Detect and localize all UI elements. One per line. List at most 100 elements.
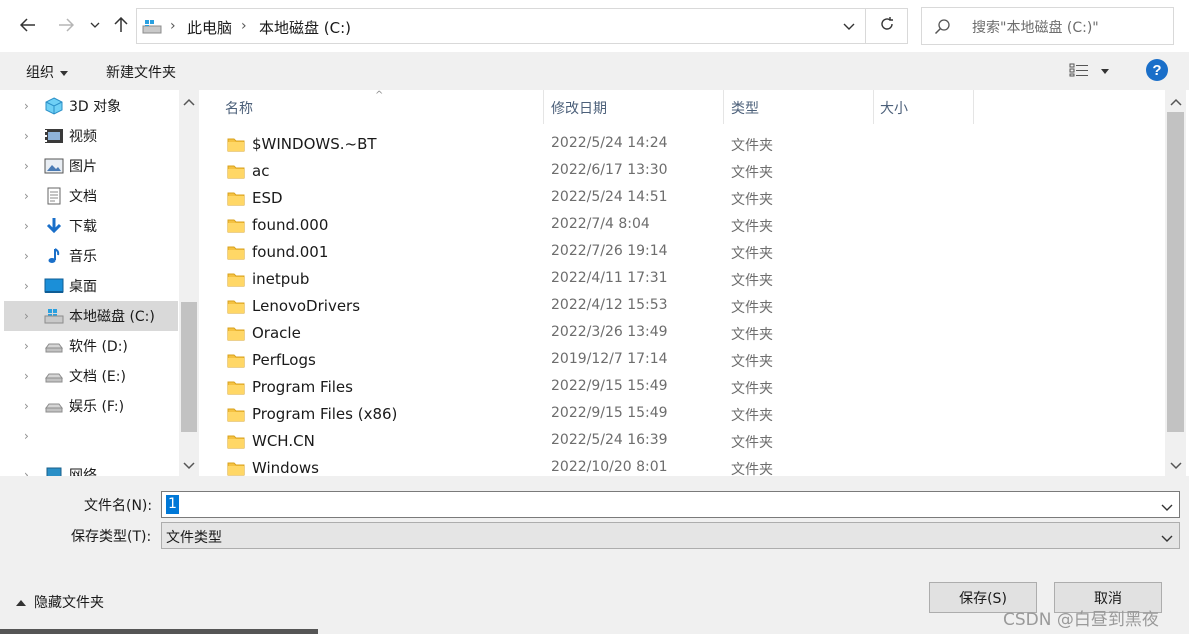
nav-item-documents[interactable]: › 文档 bbox=[4, 181, 178, 211]
filename-chevron-down-icon[interactable] bbox=[1161, 500, 1173, 516]
new-folder-button[interactable]: 新建文件夹 bbox=[106, 62, 176, 82]
expand-chevron-icon[interactable]: › bbox=[24, 339, 29, 353]
expand-chevron-icon[interactable]: › bbox=[24, 468, 29, 476]
search-input[interactable]: 搜索"本地磁盘 (C:)" bbox=[921, 7, 1174, 45]
pictures-icon bbox=[44, 157, 64, 175]
scroll-up-chevron-icon[interactable] bbox=[1170, 94, 1182, 110]
file-name: $WINDOWS.~BT bbox=[252, 135, 377, 153]
file-row[interactable]: found.000 2022/7/4 8:04 文件夹 bbox=[222, 212, 982, 239]
expand-chevron-icon[interactable]: › bbox=[24, 159, 29, 173]
file-row[interactable]: Program Files (x86) 2022/9/15 15:49 文件夹 bbox=[222, 401, 982, 428]
caret-down-icon bbox=[60, 70, 68, 76]
refresh-button[interactable] bbox=[866, 8, 908, 44]
column-header-name[interactable]: 名称 bbox=[225, 98, 253, 118]
column-divider[interactable] bbox=[973, 90, 974, 124]
view-options-caret-down-icon[interactable] bbox=[1101, 69, 1109, 74]
expand-chevron-icon[interactable]: › bbox=[24, 279, 29, 293]
filetype-chevron-down-icon[interactable] bbox=[1161, 531, 1173, 547]
file-row[interactable]: ESD 2022/5/24 14:51 文件夹 bbox=[222, 185, 982, 212]
file-name: ac bbox=[252, 162, 270, 180]
nav-item-3d-objects[interactable]: › 3D 对象 bbox=[4, 91, 178, 121]
file-type: 文件夹 bbox=[731, 327, 773, 343]
nav-item-drive-e[interactable]: › 文档 (E:) bbox=[4, 361, 178, 391]
drive-icon bbox=[44, 337, 64, 355]
up-arrow-icon[interactable] bbox=[110, 12, 132, 38]
nav-item-music[interactable]: › 音乐 bbox=[4, 241, 178, 271]
file-list-scrollbar[interactable] bbox=[1165, 90, 1186, 476]
help-icon[interactable]: ? bbox=[1146, 59, 1168, 81]
breadcrumb-separator-icon: › bbox=[241, 18, 247, 34]
file-type: 文件夹 bbox=[731, 192, 773, 208]
folder-icon bbox=[227, 163, 245, 183]
column-header-date[interactable]: 修改日期 bbox=[551, 98, 607, 118]
column-header-size[interactable]: 大小 bbox=[880, 98, 908, 118]
filename-value[interactable]: 1 bbox=[166, 495, 179, 514]
file-row[interactable]: PerfLogs 2019/12/7 17:14 文件夹 bbox=[222, 347, 982, 374]
scroll-down-chevron-icon[interactable] bbox=[183, 458, 195, 474]
file-date: 2019/12/7 17:14 bbox=[551, 351, 668, 367]
hide-folders-toggle[interactable]: 隐藏文件夹 bbox=[16, 592, 104, 612]
address-history-chevron-down-icon[interactable] bbox=[843, 19, 855, 35]
view-options-icon[interactable] bbox=[1069, 63, 1089, 81]
file-type: 文件夹 bbox=[731, 462, 773, 476]
file-row[interactable]: Oracle 2022/3/26 13:49 文件夹 bbox=[222, 320, 982, 347]
file-type: 文件夹 bbox=[731, 273, 773, 289]
nav-item-downloads[interactable]: › 下载 bbox=[4, 211, 178, 241]
nav-item-blank[interactable]: › bbox=[4, 421, 178, 451]
documents-icon bbox=[44, 187, 64, 205]
back-arrow-icon[interactable] bbox=[17, 12, 39, 38]
file-row[interactable]: Windows 2022/10/20 8:01 文件夹 bbox=[222, 455, 982, 476]
expand-chevron-icon[interactable]: › bbox=[24, 369, 29, 383]
breadcrumb-this-pc[interactable]: 此电脑 bbox=[187, 17, 232, 38]
recent-locations-chevron-down-icon[interactable] bbox=[86, 12, 104, 38]
nav-item-local-disk-c[interactable]: › 本地磁盘 (C:) bbox=[4, 301, 178, 331]
nav-item-desktop[interactable]: › 桌面 bbox=[4, 271, 178, 301]
organize-button[interactable]: 组织 bbox=[26, 62, 68, 82]
expand-chevron-icon[interactable]: › bbox=[24, 399, 29, 413]
breadcrumb-local-disk[interactable]: 本地磁盘 (C:) bbox=[259, 17, 351, 38]
scrollbar-thumb[interactable] bbox=[1167, 112, 1184, 432]
scrollbar-thumb[interactable] bbox=[181, 302, 197, 432]
file-row[interactable]: LenovoDrivers 2022/4/12 15:53 文件夹 bbox=[222, 293, 982, 320]
nav-item-drive-d[interactable]: › 软件 (D:) bbox=[4, 331, 178, 361]
file-type: 文件夹 bbox=[731, 246, 773, 262]
expand-chevron-icon[interactable]: › bbox=[24, 309, 29, 323]
file-row[interactable]: Program Files 2022/9/15 15:49 文件夹 bbox=[222, 374, 982, 401]
command-toolbar: 组织 新建文件夹 ? bbox=[0, 52, 1189, 90]
scroll-down-chevron-icon[interactable] bbox=[1170, 458, 1182, 474]
file-row[interactable]: WCH.CN 2022/5/24 16:39 文件夹 bbox=[222, 428, 982, 455]
drive-icon bbox=[44, 367, 64, 385]
nav-item-label: 音乐 bbox=[69, 249, 97, 265]
expand-chevron-icon[interactable]: › bbox=[24, 129, 29, 143]
filename-label: 文件名(N): bbox=[84, 498, 153, 514]
scroll-up-chevron-icon[interactable] bbox=[183, 94, 195, 110]
nav-pane-scrollbar[interactable] bbox=[179, 90, 199, 476]
drive-icon bbox=[44, 397, 64, 415]
nav-item-videos[interactable]: › 视频 bbox=[4, 121, 178, 151]
column-divider[interactable] bbox=[873, 90, 874, 124]
expand-chevron-icon[interactable]: › bbox=[24, 189, 29, 203]
expand-chevron-icon[interactable]: › bbox=[24, 219, 29, 233]
file-row[interactable]: found.001 2022/7/26 19:14 文件夹 bbox=[222, 239, 982, 266]
nav-item-network[interactable]: › 网络 bbox=[4, 460, 178, 476]
column-divider[interactable] bbox=[543, 90, 544, 124]
filetype-select[interactable]: 文件类型 bbox=[161, 522, 1180, 549]
address-bar[interactable]: › 此电脑 › 本地磁盘 (C:) bbox=[136, 8, 866, 44]
file-row[interactable]: inetpub 2022/4/11 17:31 文件夹 bbox=[222, 266, 982, 293]
file-row[interactable]: ac 2022/6/17 13:30 文件夹 bbox=[222, 158, 982, 185]
expand-chevron-icon[interactable]: › bbox=[24, 99, 29, 113]
background-strip bbox=[0, 629, 318, 634]
forward-arrow-icon[interactable] bbox=[55, 12, 77, 38]
column-header-type[interactable]: 类型 bbox=[731, 98, 759, 118]
expand-chevron-icon[interactable]: › bbox=[24, 429, 29, 443]
nav-item-drive-f[interactable]: › 娱乐 (F:) bbox=[4, 391, 178, 421]
expand-chevron-icon[interactable]: › bbox=[24, 249, 29, 263]
folder-icon bbox=[227, 433, 245, 453]
filename-field[interactable]: 1 bbox=[161, 491, 1180, 518]
folder-icon bbox=[227, 460, 245, 476]
column-divider[interactable] bbox=[723, 90, 724, 124]
nav-item-pictures[interactable]: › 图片 bbox=[4, 151, 178, 181]
file-name: PerfLogs bbox=[252, 351, 316, 369]
file-type: 文件夹 bbox=[731, 435, 773, 451]
file-row[interactable]: $WINDOWS.~BT 2022/5/24 14:24 文件夹 bbox=[222, 131, 982, 158]
